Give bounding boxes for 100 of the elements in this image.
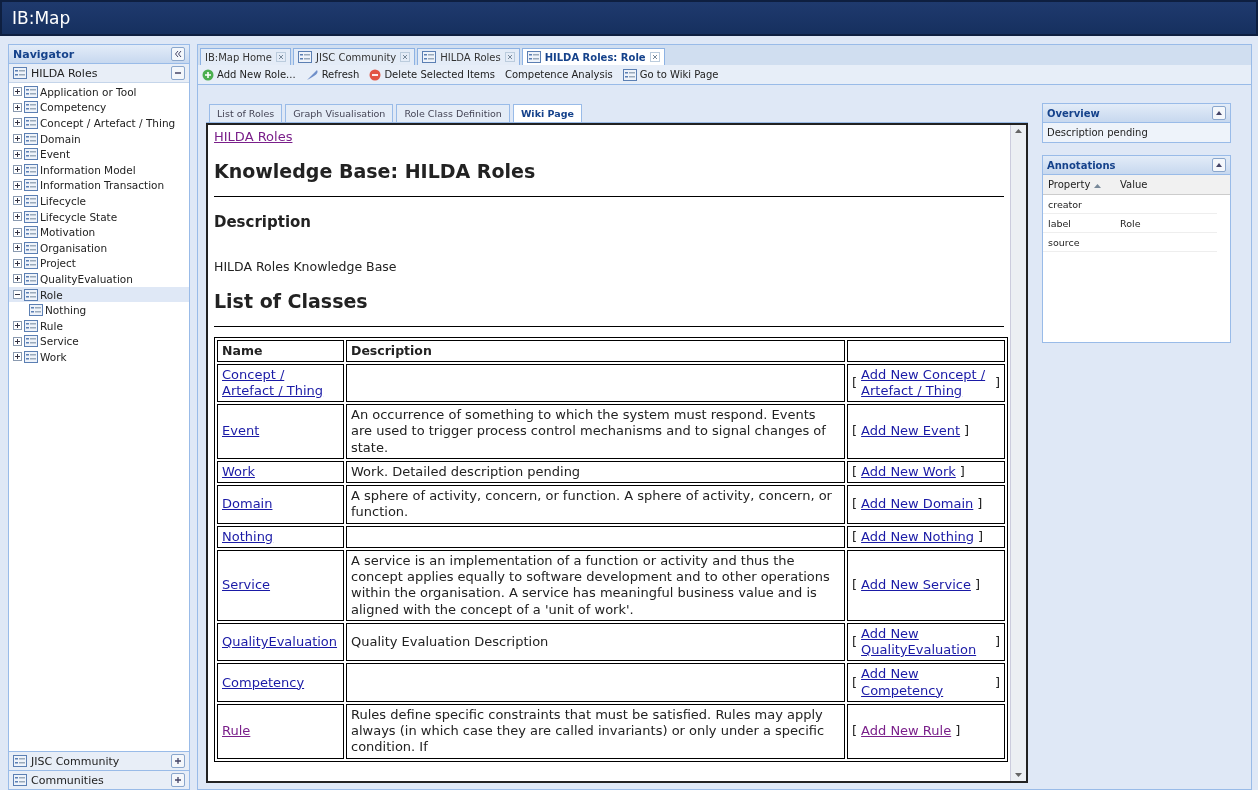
close-icon[interactable] bbox=[400, 52, 411, 62]
list-icon bbox=[13, 774, 27, 786]
collapse-button[interactable] bbox=[171, 66, 185, 80]
expand-icon[interactable] bbox=[13, 196, 22, 206]
tab[interactable]: Role Class Definition bbox=[396, 104, 510, 122]
class-link[interactable]: Rule bbox=[222, 723, 251, 740]
tree-item[interactable]: Project bbox=[9, 255, 189, 272]
tree-item[interactable]: Service bbox=[9, 333, 189, 350]
section-header[interactable]: JISC Community bbox=[9, 751, 189, 770]
class-icon bbox=[24, 194, 38, 207]
toolbar-button[interactable]: Go to Wiki Page bbox=[622, 68, 719, 81]
table-cell-text: label bbox=[1047, 217, 1072, 229]
tab[interactable]: IB:Map Home bbox=[200, 48, 291, 65]
table-cell: Work. Detailed description pending bbox=[346, 460, 845, 484]
add-link[interactable]: Add New QualityEvaluation bbox=[861, 625, 991, 659]
add-link[interactable]: Add New Domain bbox=[861, 496, 974, 513]
close-icon[interactable] bbox=[276, 52, 286, 62]
toolbar-button[interactable]: Refresh bbox=[305, 68, 360, 81]
close-icon[interactable] bbox=[504, 52, 515, 62]
bracket-text: ] bbox=[955, 723, 961, 740]
class-link[interactable]: Event bbox=[222, 423, 260, 440]
bracket-text: ] bbox=[994, 674, 1000, 691]
toolbar-button[interactable]: Competence Analysis bbox=[504, 69, 613, 80]
expand-icon[interactable] bbox=[13, 102, 22, 112]
tree-item[interactable]: Application or Tool bbox=[9, 84, 189, 100]
expand-icon[interactable] bbox=[13, 243, 22, 253]
breadcrumb-link[interactable]: HILDA Roles bbox=[214, 129, 293, 144]
tab[interactable]: Wiki Page bbox=[512, 104, 582, 122]
panel-title: Navigator bbox=[13, 47, 75, 61]
tree-item[interactable]: Rule bbox=[9, 317, 189, 334]
section-heading: Description bbox=[214, 213, 313, 231]
expand-icon[interactable] bbox=[13, 165, 22, 175]
bracket-text: ] bbox=[974, 577, 980, 594]
tree-item[interactable]: Event bbox=[9, 146, 189, 162]
column-header[interactable]: Property bbox=[1043, 179, 1115, 190]
tab[interactable]: HILDA Roles: Role bbox=[521, 48, 665, 65]
expand-icon[interactable] bbox=[13, 180, 22, 190]
column-header[interactable]: Value bbox=[1115, 179, 1187, 190]
add-link[interactable]: Add New Work bbox=[861, 463, 956, 481]
expand-button[interactable] bbox=[171, 773, 185, 787]
tree-item[interactable]: QualityEvaluation bbox=[9, 271, 189, 287]
collapse-icon[interactable] bbox=[13, 290, 22, 299]
tab[interactable]: HILDA Roles bbox=[417, 48, 520, 65]
tab[interactable]: JISC Community bbox=[293, 48, 416, 65]
tree-item[interactable]: Organisation bbox=[9, 239, 189, 256]
expand-icon[interactable] bbox=[13, 87, 22, 97]
expand-icon[interactable] bbox=[13, 149, 22, 159]
expand-icon[interactable] bbox=[13, 258, 22, 268]
expand-icon[interactable] bbox=[13, 321, 22, 331]
tree-item[interactable]: Role bbox=[9, 286, 189, 303]
class-link[interactable]: Domain bbox=[222, 496, 273, 513]
expand-icon[interactable] bbox=[13, 352, 22, 362]
add-link[interactable]: Add New Service bbox=[861, 577, 971, 594]
expand-icon[interactable] bbox=[13, 212, 22, 222]
class-icon bbox=[24, 288, 38, 301]
tree-item[interactable]: Information Model bbox=[9, 161, 189, 178]
collapse-button[interactable] bbox=[1212, 158, 1226, 172]
section-header[interactable]: HILDA Roles bbox=[9, 64, 189, 83]
description-text: HILDA Roles Knowledge Base bbox=[214, 259, 398, 274]
list-icon bbox=[13, 755, 27, 767]
tree-item[interactable]: Information Transaction bbox=[9, 177, 189, 194]
collapse-button[interactable] bbox=[171, 47, 185, 61]
expand-icon[interactable] bbox=[13, 118, 22, 128]
tab-label: JISC Community bbox=[316, 51, 397, 63]
tree-item[interactable]: Competency bbox=[9, 99, 189, 116]
section-header[interactable]: Communities bbox=[9, 770, 189, 789]
expand-icon[interactable] bbox=[13, 274, 22, 284]
table-cell: An occurrence of something to which the system must respond. Events are used to trigger process control mechanisms and to signal changes of state. bbox=[346, 404, 845, 459]
panel-title: Overview bbox=[1047, 107, 1100, 119]
expand-icon[interactable] bbox=[13, 336, 22, 346]
tree-item[interactable]: Domain bbox=[9, 130, 189, 147]
add-link[interactable]: Add New Event bbox=[861, 423, 961, 440]
collapse-button[interactable] bbox=[1212, 106, 1226, 120]
class-icon bbox=[24, 132, 38, 145]
class-icon bbox=[24, 272, 38, 285]
tree-item[interactable]: Work bbox=[9, 349, 189, 365]
tab[interactable]: List of Roles bbox=[209, 104, 283, 122]
expand-icon[interactable] bbox=[13, 134, 22, 144]
tab-label: HILDA Roles bbox=[440, 51, 501, 63]
tree-item[interactable]: Lifecycle bbox=[9, 193, 189, 209]
tree-item[interactable]: Concept / Artefact / Thing bbox=[9, 115, 189, 131]
add-link[interactable]: Add New Concept / Artefact / Thing bbox=[861, 366, 991, 400]
tab[interactable]: Graph Visualisation bbox=[285, 104, 394, 122]
tree-item[interactable]: Nothing bbox=[9, 302, 189, 318]
bracket-text: [ bbox=[852, 723, 858, 740]
tree-item[interactable]: Lifecycle State bbox=[9, 208, 189, 225]
table-cell: Rules define specific constraints that must be satisfied. Rules may apply always (in which case they are called invariants) or only under a specific condition. If bbox=[346, 703, 845, 759]
expand-button[interactable] bbox=[171, 754, 185, 768]
class-link[interactable]: Work bbox=[222, 463, 255, 481]
add-link[interactable]: Add New Competency bbox=[861, 666, 991, 699]
scrollbar[interactable] bbox=[1010, 125, 1026, 781]
expand-icon[interactable] bbox=[13, 227, 22, 237]
close-icon[interactable] bbox=[649, 52, 660, 62]
toolbar-button[interactable]: Add New Role... bbox=[202, 68, 296, 81]
tree-item[interactable]: Motivation bbox=[9, 224, 189, 240]
toolbar-button[interactable]: Delete Selected Items bbox=[369, 68, 495, 81]
add-link[interactable]: Add New Rule bbox=[861, 723, 952, 740]
bracket-text: [ bbox=[852, 463, 858, 481]
add-link[interactable]: Add New Nothing bbox=[861, 528, 974, 545]
class-link[interactable]: Service bbox=[222, 577, 271, 594]
